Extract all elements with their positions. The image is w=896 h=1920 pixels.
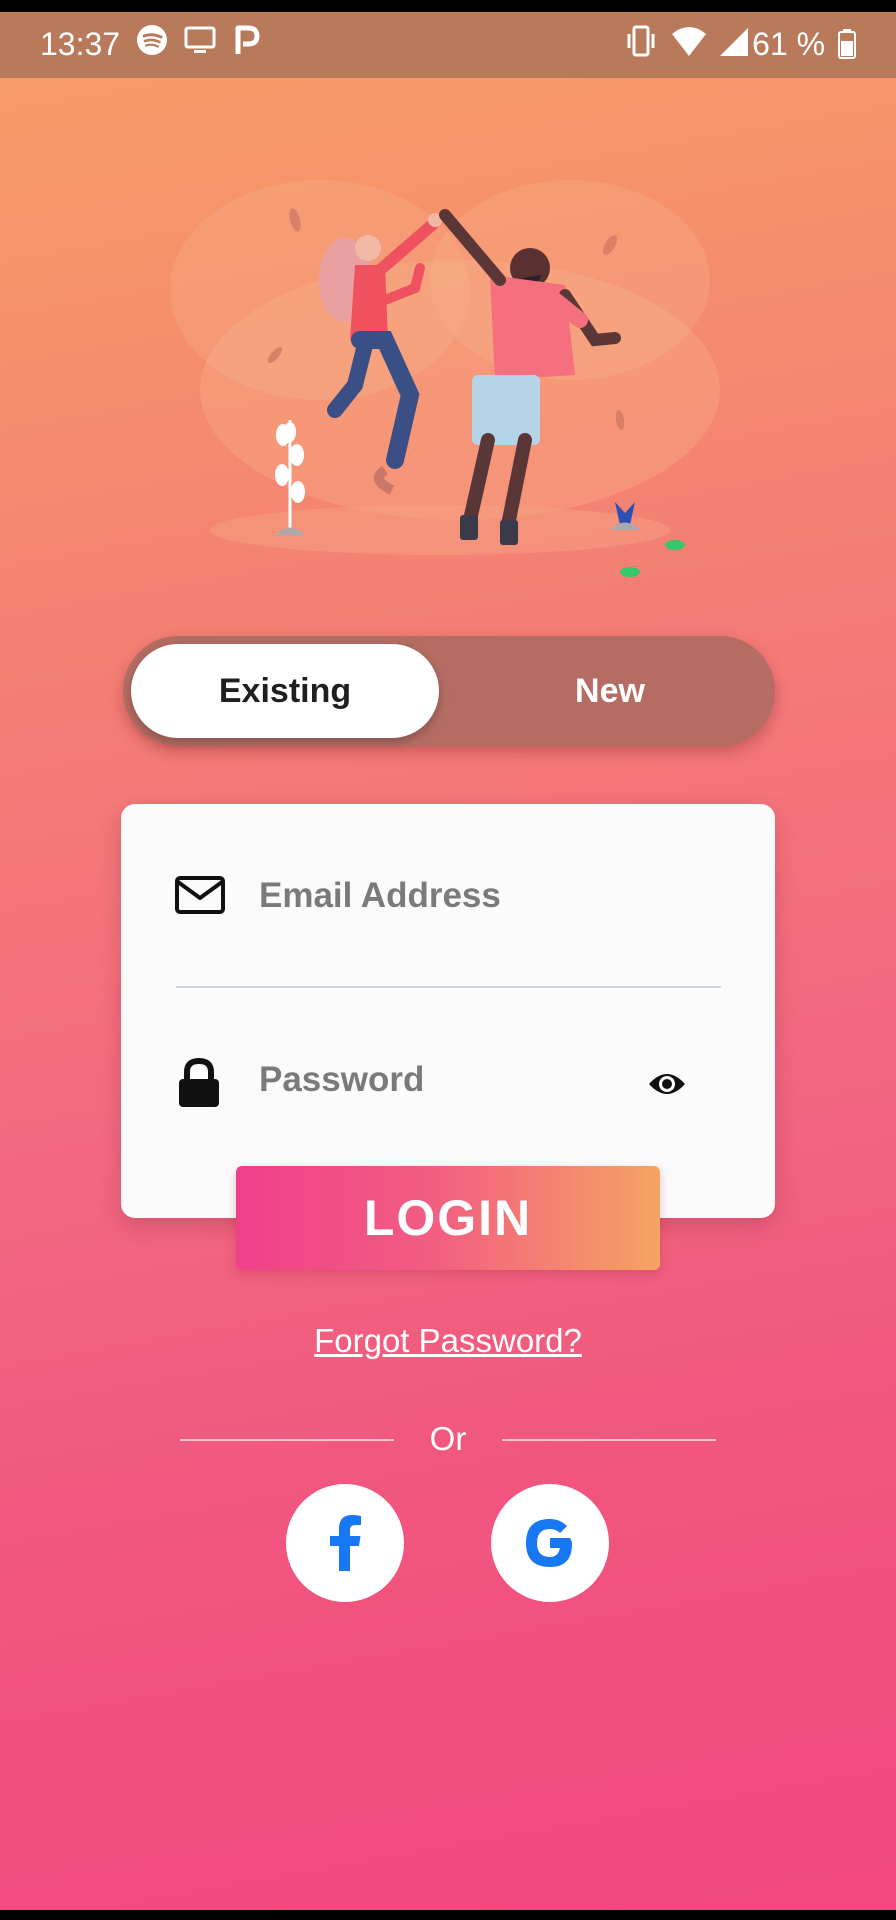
tab-new[interactable]: New	[453, 644, 767, 738]
google-icon	[526, 1519, 572, 1567]
facebook-login-button[interactable]	[286, 1484, 404, 1602]
status-battery-container: 61 %	[752, 26, 856, 63]
top-black-bar	[0, 0, 896, 12]
login-button[interactable]: LOGIN	[236, 1166, 660, 1270]
hero-illustration	[170, 180, 720, 577]
vibrate-icon	[627, 25, 655, 57]
mail-icon	[175, 876, 225, 914]
lock-icon	[179, 1058, 219, 1107]
battery-icon	[838, 29, 856, 59]
status-time: 13:37	[40, 26, 121, 62]
wifi-icon	[672, 27, 706, 56]
or-divider-right	[502, 1439, 716, 1441]
google-login-button[interactable]	[491, 1484, 609, 1602]
status-bar: 13:37 61 %	[0, 12, 896, 78]
eye-icon[interactable]	[647, 1070, 687, 1098]
p-app-icon	[235, 25, 260, 54]
bottom-black-bar	[0, 1910, 896, 1920]
email-input[interactable]	[257, 872, 701, 920]
facebook-icon	[330, 1515, 361, 1571]
existing-new-toggle: Existing New	[123, 636, 775, 746]
cast-icon	[184, 26, 216, 53]
email-divider	[176, 986, 721, 988]
tab-existing[interactable]: Existing	[131, 644, 439, 738]
or-label: Or	[429, 1420, 467, 1457]
signal-icon	[720, 28, 748, 56]
login-card	[121, 804, 775, 1218]
forgot-password-link[interactable]: Forgot Password?	[0, 1322, 896, 1360]
password-input[interactable]	[257, 1056, 621, 1104]
spotify-icon	[137, 25, 167, 55]
battery-percentage: 61 %	[752, 26, 826, 62]
